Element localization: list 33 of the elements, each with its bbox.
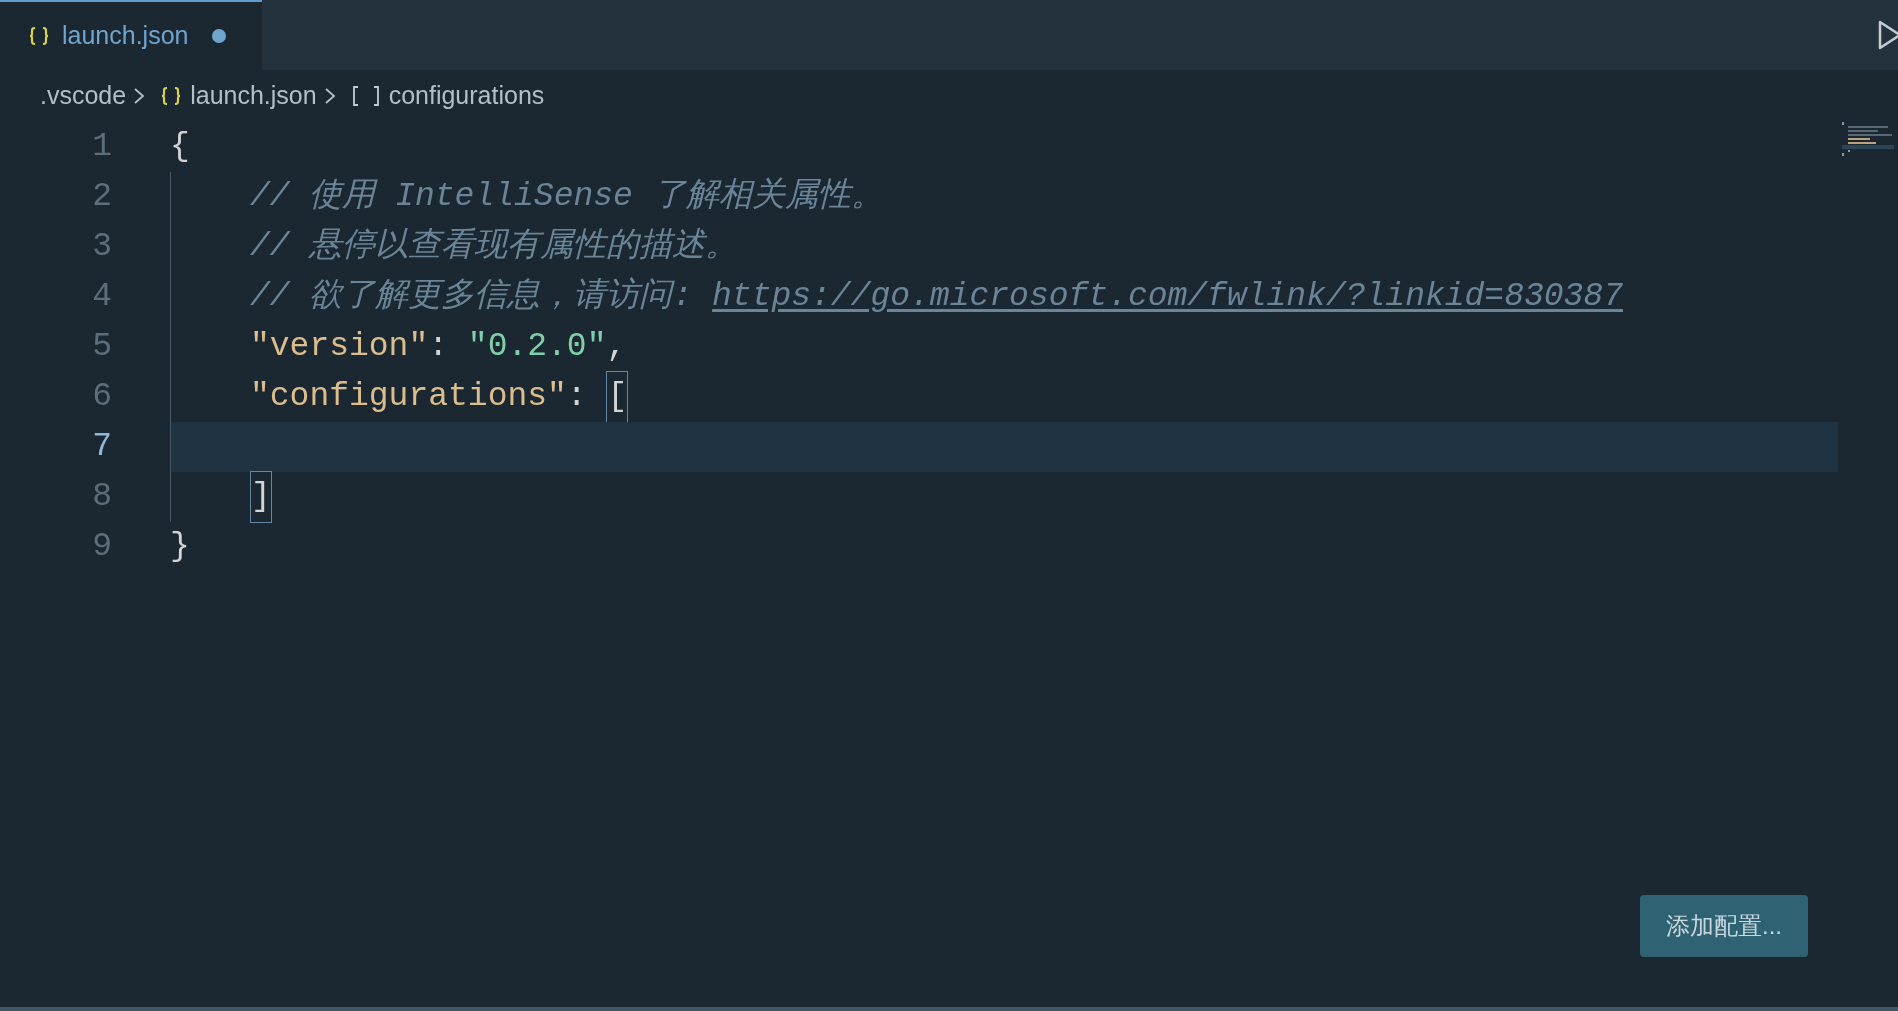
json-key: "version" [250,322,429,372]
add-configuration-button[interactable]: 添加配置... [1640,895,1808,957]
tab-label: launch.json [62,20,189,52]
code-punctuation: } [170,527,190,568]
bracket: ] [250,471,272,523]
line-number: 7 [91,427,112,468]
code-comment: // 欲了解更多信息，请访问: [250,276,694,318]
breadcrumb-item[interactable]: launch.json [190,77,317,115]
line-number: 4 [91,277,112,318]
editor-tab[interactable]: launch.json [0,0,262,70]
line-number: 8 [91,477,112,518]
code-link[interactable]: https://go.microsoft.com/fwlink/?linkid=830387 [712,272,1623,322]
code-punctuation: { [170,127,190,168]
line-number: 9 [91,527,112,568]
line-number: 2 [91,177,112,218]
line-number: 5 [91,327,112,368]
line-number: 6 [91,377,112,418]
braces-icon [28,26,50,46]
json-key: "configurations" [250,372,567,422]
code-punctuation: : [566,377,588,418]
brackets-icon [350,85,381,107]
breadcrumb-item[interactable]: .vscode [40,77,127,115]
run-icon[interactable] [1876,19,1898,51]
breadcrumb-item[interactable]: configurations [388,77,545,115]
line-number: 1 [91,127,112,168]
line-number: 3 [91,227,112,268]
minimap-drawing [1842,122,1894,156]
code-punctuation: : [428,327,450,368]
braces-icon [160,86,183,106]
code-comment: // 使用 IntelliSense 了解相关属性。 [250,176,884,218]
code-punctuation: , [606,327,627,368]
code-comment: // 悬停以查看现有属性的描述。 [250,226,739,268]
json-string: "0.2.0" [467,327,607,368]
